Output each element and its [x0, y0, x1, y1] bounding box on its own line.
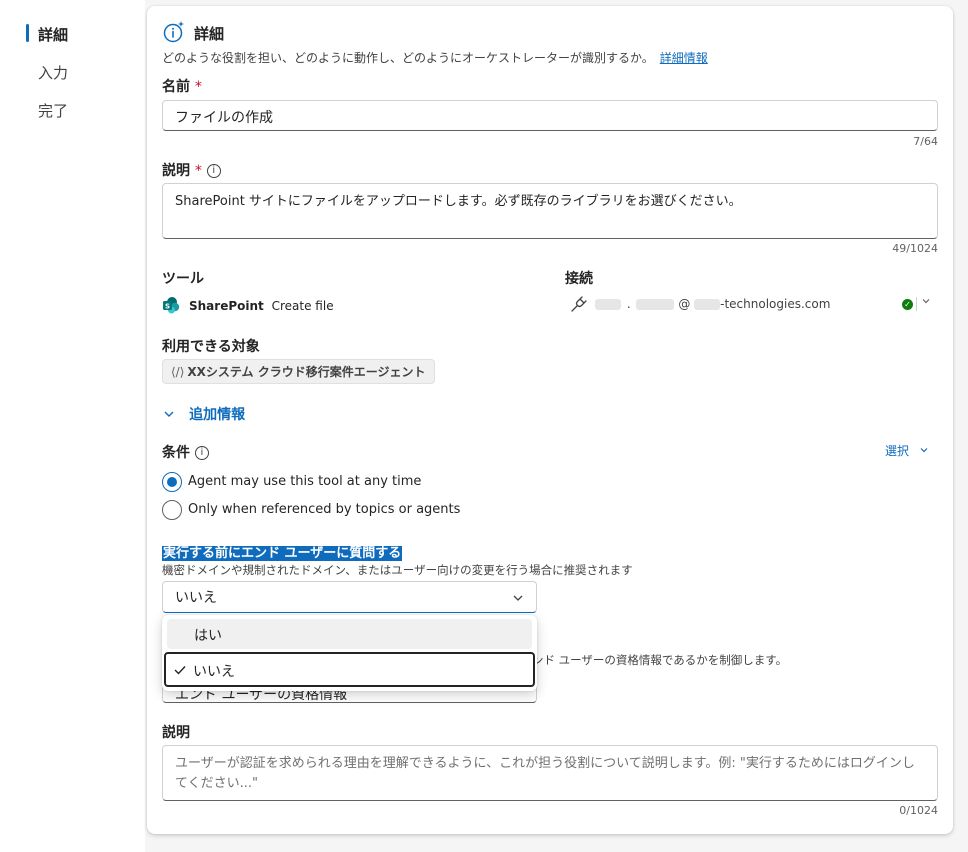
ask-user-dropdown-menu: はい いいえ	[162, 615, 537, 691]
conditions-label: 条件 i	[162, 442, 209, 462]
dropdown-option-no-label: いいえ	[193, 664, 235, 680]
details-sparkle-info-icon	[162, 20, 186, 48]
availability-label: 利用できる対象	[162, 339, 260, 355]
ask-user-select[interactable]: いいえ	[162, 581, 537, 613]
divider	[916, 297, 917, 311]
nav-item-inputs[interactable]: 入力	[38, 62, 68, 83]
svg-text:S: S	[165, 302, 170, 310]
redacted-text	[694, 299, 721, 310]
nav-item-finish[interactable]: 完了	[38, 100, 68, 121]
step-navigation: 詳細 入力 完了	[0, 0, 145, 852]
name-char-counter: 7/64	[913, 135, 938, 148]
dropdown-option-yes[interactable]: はい	[167, 619, 532, 649]
redacted-text	[636, 299, 675, 310]
tool-label: ツール	[162, 271, 204, 287]
chevron-down-icon	[164, 411, 174, 417]
active-step-indicator	[26, 24, 29, 42]
details-title: 詳細	[194, 25, 225, 43]
agent-chip-label: XXシステム クラウド移行案件エージェント	[187, 365, 426, 379]
connection-label: 接続	[565, 271, 593, 287]
conditions-select-label: 選択	[885, 444, 910, 458]
name-label: 名前 *	[162, 76, 202, 96]
learn-more-link[interactable]: 詳細情報	[660, 51, 708, 65]
info-icon[interactable]: i	[206, 164, 221, 178]
details-description: どのような役割を担い、どのように動作し、どのようにオーケストレーターが識別するか…	[162, 49, 708, 66]
credentials-hint: ンド ユーザーの資格情報であるかを制御します。	[532, 653, 788, 667]
chevron-down-icon	[920, 448, 928, 453]
radio-referenced-only-label[interactable]: Only when referenced by topics or agents	[188, 502, 460, 517]
radio-any-time[interactable]	[162, 472, 182, 492]
additional-info-label: 追加情報	[189, 406, 246, 423]
info-icon[interactable]: i	[194, 446, 209, 460]
description-label-text: 説明	[162, 163, 190, 179]
radio-any-time-label[interactable]: Agent may use this tool at any time	[188, 474, 421, 489]
auth-description-char-counter: 0/1024	[899, 804, 938, 817]
checkmark-icon	[174, 666, 186, 675]
agent-chip: ⟨/⟩ XXシステム クラウド移行案件エージェント	[162, 359, 435, 384]
dropdown-option-yes-label: はい	[194, 628, 222, 644]
name-label-text: 名前	[162, 79, 190, 95]
ask-user-label-text: 実行する前にエンド ユーザーに質問する	[162, 546, 403, 561]
required-mark: *	[194, 79, 202, 95]
tool-app-name: SharePoint	[189, 299, 264, 313]
chevron-down-icon	[513, 595, 523, 601]
additional-info-toggle[interactable]: 追加情報	[162, 403, 245, 424]
details-description-text: どのような役割を担い、どのように動作し、どのようにオーケストレーターが識別するか…	[162, 51, 654, 65]
conditions-select-button[interactable]: 選択	[885, 442, 929, 459]
description-label: 説明 * i	[162, 160, 221, 180]
account-domain: -technologies.com	[720, 297, 831, 311]
name-input[interactable]: ファイルの作成	[162, 100, 938, 131]
auth-description-textarea[interactable]: ユーザーが認証を求められる理由を理解できるように、これが担う役割について説明しま…	[162, 745, 938, 801]
agent-code-icon: ⟨/⟩	[171, 365, 185, 379]
ask-user-selected-value: いいえ	[175, 590, 217, 606]
redacted-text	[595, 299, 621, 310]
tool-action-name: Create file	[271, 299, 334, 313]
connection-account: . @ -technologies.com	[595, 297, 830, 311]
tool-name: SharePoint Create file	[189, 299, 334, 313]
conditions-label-text: 条件	[162, 445, 190, 461]
ask-user-hint: 機密ドメインや規制されたドメイン、またはユーザー向けの変更を行う場合に推奨されま…	[162, 563, 633, 577]
description-char-counter: 49/1024	[892, 242, 938, 255]
auth-description-label: 説明	[162, 725, 190, 741]
plug-connected-icon	[570, 295, 588, 317]
dropdown-option-no[interactable]: いいえ	[164, 652, 535, 687]
details-card: 詳細 どのような役割を担い、どのように動作し、どのようにオーケストレーターが識別…	[147, 6, 953, 834]
connected-status-icon: ✓	[902, 299, 913, 310]
sharepoint-icon: S	[162, 296, 180, 318]
required-mark: *	[194, 163, 202, 179]
nav-item-details[interactable]: 詳細	[38, 24, 68, 45]
connection-chevron-down-icon[interactable]	[921, 296, 931, 309]
radio-referenced-only[interactable]	[162, 500, 182, 520]
ask-user-label: 実行する前にエンド ユーザーに質問する	[162, 542, 403, 561]
description-textarea[interactable]: SharePoint サイトにファイルをアップロードします。必ず既存のライブラリ…	[162, 183, 938, 239]
account-at: @	[678, 297, 691, 311]
